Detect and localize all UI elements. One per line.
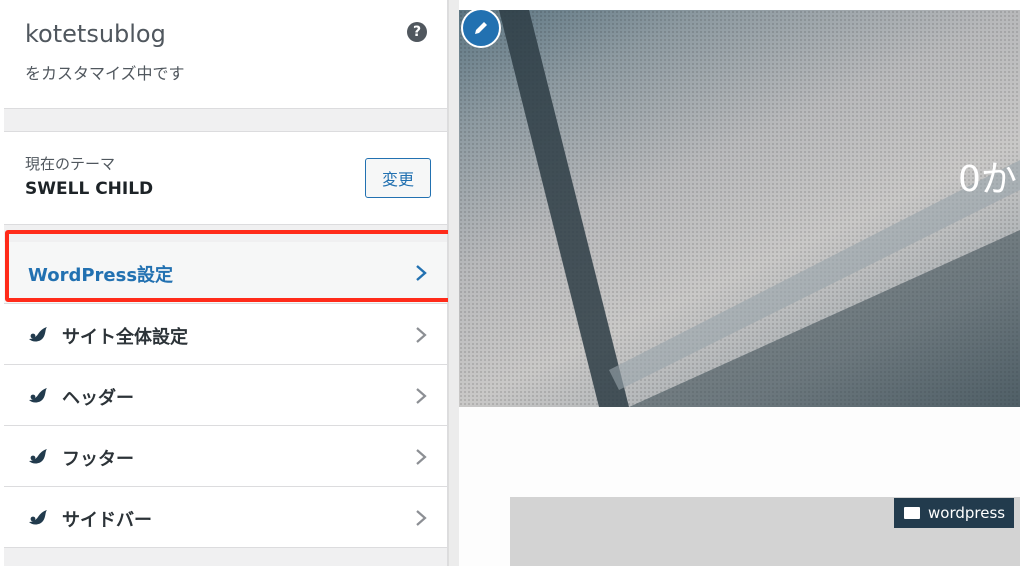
site-preview: 0か wordpress (459, 10, 1020, 566)
menu-item-header[interactable]: ヘッダー (4, 365, 447, 426)
chevron-right-icon (416, 449, 427, 465)
hero-image: 0か (459, 10, 1020, 407)
category-badge[interactable]: wordpress (894, 498, 1014, 528)
chevron-right-icon (416, 388, 427, 404)
help-icon[interactable]: ? (407, 22, 427, 42)
menu-item-sidebar[interactable]: サイドバー (4, 487, 447, 548)
active-theme-name: SWELL CHILD (25, 179, 154, 199)
swell-logo-icon (29, 388, 47, 403)
chevron-right-icon (416, 327, 427, 343)
customizing-subtitle: をカスタマイズ中です (25, 64, 185, 83)
folder-icon (904, 507, 920, 519)
active-theme-section: 現在のテーマ SWELL CHILD 変更 (4, 131, 447, 225)
swell-logo-icon (29, 510, 47, 525)
swell-logo-icon (29, 449, 47, 464)
menu-item-label: ヘッダー (62, 388, 134, 409)
laptop-photo (499, 10, 1020, 407)
menu-item-label: サイドバー (62, 510, 152, 531)
active-theme-label: 現在のテーマ (25, 155, 116, 173)
panel-divider (448, 0, 459, 566)
panel-header: kotetsublog をカスタマイズ中です ? (4, 0, 447, 109)
menu-item-footer[interactable]: フッター (4, 426, 447, 487)
chevron-right-icon (416, 510, 427, 526)
highlight-box (5, 230, 455, 302)
change-theme-button[interactable]: 変更 (365, 158, 431, 198)
menu-item-label: サイト全体設定 (62, 327, 188, 348)
category-label: wordpress (928, 504, 1006, 522)
menu-item-site-settings[interactable]: サイト全体設定 (4, 304, 447, 365)
swell-logo-icon (29, 327, 47, 342)
hero-text: 0か (958, 159, 1017, 200)
menu-item-label: フッター (62, 449, 134, 470)
site-title: kotetsublog (25, 20, 166, 48)
